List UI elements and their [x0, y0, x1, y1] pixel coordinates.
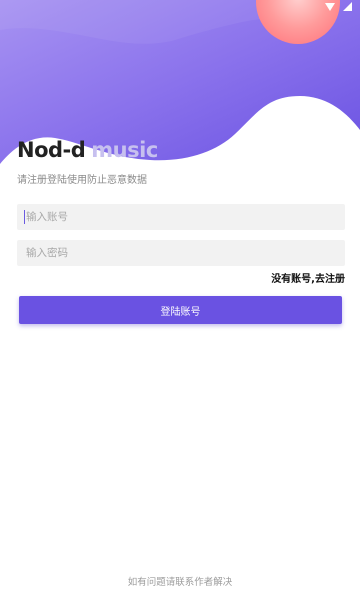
- footer-contact-text: 如有问题请联系作者解决: [127, 577, 233, 588]
- app-title-accent: music: [91, 138, 158, 162]
- account-input[interactable]: 输入账号: [17, 204, 345, 230]
- app-title-main: Nod-d: [17, 138, 86, 162]
- app-title: Nod-d music: [17, 138, 158, 162]
- subtitle: 请注册登陆使用防止恶意数据: [17, 175, 147, 186]
- text-caret: [24, 210, 25, 224]
- signal-icon: [343, 2, 352, 11]
- password-placeholder: 输入密码: [26, 247, 68, 259]
- register-link[interactable]: 没有账号,去注册: [271, 270, 345, 285]
- account-placeholder: 输入账号: [26, 211, 68, 223]
- wifi-icon: [325, 2, 335, 11]
- password-input[interactable]: 输入密码: [17, 240, 345, 266]
- login-button[interactable]: 登陆账号: [19, 296, 342, 324]
- status-bar: [325, 2, 352, 11]
